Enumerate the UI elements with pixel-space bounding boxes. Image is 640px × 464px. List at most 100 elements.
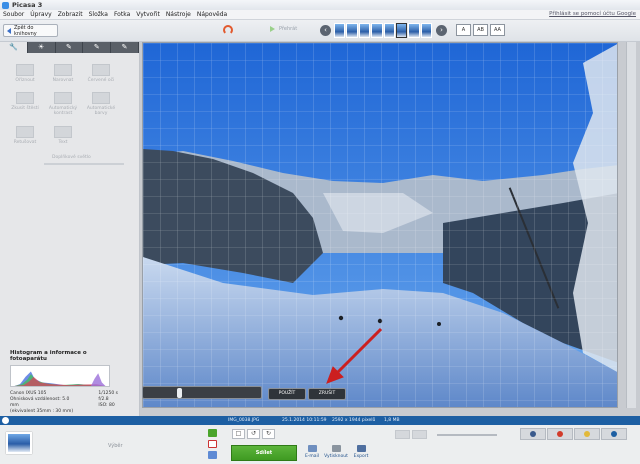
tag-icon [584,431,590,437]
export-button[interactable]: Export [347,445,375,459]
text-label: Text [58,140,68,145]
tab-tuning[interactable]: ☀ [28,42,56,53]
straighten-icon [54,64,72,76]
straighten-grid [143,43,617,407]
exif-left: Canon IXUS 105 Ohnisková vzdálenost: 5.0… [10,391,73,415]
wrench-icon: 🔧 [9,43,18,51]
exif-equivalent: (ekvivalent 35mm : 30 mm) [10,409,74,414]
photo-canvas[interactable] [142,42,618,408]
filmstrip-thumbnail[interactable] [346,23,358,38]
status-dimensions: 2592 x 1944 pixelů [332,418,376,423]
edit-panel: 🔧 ☀ ✎ ✎ ✎ Oříznout Narovnat Červené oči … [0,42,140,416]
tray-thumbnail[interactable] [6,432,32,454]
email-label: E-mail [304,454,320,459]
retouch-tool[interactable]: Retušovat [6,126,44,145]
filmstrip-thumbnail[interactable] [383,23,395,38]
people-button[interactable] [520,428,546,440]
cancel-button[interactable]: ZRUŠIT [308,388,346,400]
zoom-slider[interactable] [437,434,497,436]
menu-fotka[interactable]: Fotka [114,11,130,18]
previous-photo-button[interactable]: ‹ [320,25,331,36]
window-title: Picasa 3 [12,1,43,9]
title-bar: Picasa 3 [0,0,640,10]
menu-nastroje[interactable]: Nástroje [166,11,191,18]
status-size: 1,8 MB [384,418,400,423]
crop-tool[interactable]: Oříznout [6,64,44,83]
add-to-album-icon[interactable] [208,451,217,459]
print-icon [331,445,341,452]
histogram-panel: Histogram a informace o fotoaparátu Cano… [10,350,118,415]
view-compare-button[interactable]: AB [473,24,488,36]
straighten-slider[interactable] [142,386,262,399]
print-label: Vytisknout [324,454,348,459]
tab-basic-fixes[interactable]: 🔧 [0,42,28,53]
menu-upravy[interactable]: Úpravy [30,11,51,18]
auto-color-tool[interactable]: Automatické barvy [82,92,120,116]
menu-soubor[interactable]: Soubor [3,11,24,18]
properties-button[interactable] [601,428,627,440]
share-button[interactable]: Sdílet [231,445,297,461]
rotate-right-icon[interactable]: ↻ [262,429,275,439]
histogram-title: Histogram a informace o fotoaparátu [10,350,87,362]
apply-button[interactable]: POUŽÍT [268,388,306,400]
vertical-scrollbar[interactable] [626,42,636,408]
places-button[interactable] [547,428,573,440]
text-icon [54,126,72,138]
info-icon [2,417,9,424]
menu-napoveda[interactable]: Nápověda [197,11,227,18]
tab-effects[interactable]: ✎ [56,42,84,53]
back-to-library-label: Zpět do knihovny [14,24,37,37]
filmstrip-thumbnail[interactable] [334,23,346,38]
fill-light-slider[interactable] [44,163,124,165]
tab-effects-3[interactable]: ✎ [111,42,139,53]
zoom-out-icon[interactable] [395,430,410,439]
straighten-label: Narovnat [52,78,74,83]
menu-zobrazit[interactable]: Zobrazit [58,11,83,18]
info-circle-icon [611,431,617,437]
feeling-lucky-tool[interactable]: Zkusit štěstí [6,92,44,111]
tray-label: Výběr [108,443,123,449]
sun-icon: ☀ [38,43,45,51]
clear-tray-icon[interactable] [208,440,217,448]
frame-icon[interactable]: □ [232,429,245,439]
view-double-button[interactable]: AA [490,24,505,36]
camera-info: Canon IXUS 105 Ohnisková vzdálenost: 5.0… [10,391,118,415]
rotate-left-icon[interactable]: ↺ [247,429,260,439]
play-label: Přehrát [279,26,298,32]
auto-color-label: Automatické barvy [86,106,116,116]
straighten-slider-handle[interactable] [177,388,182,398]
filmstrip-thumbnail[interactable] [371,23,383,38]
edit-tabs: 🔧 ☀ ✎ ✎ ✎ [0,42,139,53]
red-eye-tool[interactable]: Červené oči [82,64,120,83]
filmstrip-thumbnail[interactable] [395,23,408,38]
auto-contrast-label: Automatický kontrast [48,106,78,116]
filmstrip-thumbnail[interactable] [358,23,371,38]
play-slideshow-button[interactable]: Přehrát [270,26,297,32]
straighten-tool[interactable]: Narovnat [44,64,82,83]
red-eye-label: Červené oči [87,78,115,83]
auto-contrast-tool[interactable]: Automatický kontrast [44,92,82,116]
lucky-icon [16,92,34,104]
zoom-in-icon[interactable] [412,430,427,439]
filmstrip-thumbnail[interactable] [408,23,420,38]
filmstrip-thumbnail[interactable] [420,23,432,38]
hold-pin-icon[interactable] [208,429,217,437]
google-sign-in-link[interactable]: Přihlásit se pomocí účtu Google [549,11,636,17]
next-photo-button[interactable]: › [436,25,447,36]
picasa-logo-icon [2,1,9,9]
text-tool[interactable]: Text [44,126,82,145]
play-icon [270,26,275,32]
tab-effects-2[interactable]: ✎ [83,42,112,53]
view-single-button[interactable]: A [456,24,471,36]
menu-vytvorit[interactable]: Vytvořit [136,11,160,18]
back-to-library-button[interactable]: Zpět do knihovny [3,24,58,37]
crop-label: Oříznout [15,78,35,83]
person-icon [530,431,536,437]
feeling-lucky-label: Zkusit štěstí [11,106,39,111]
photo-tray: Výběr □ ↺ ↻ Sdílet E-mail Vytisknout Exp… [0,425,640,464]
print-button[interactable]: Vytisknout [322,445,350,459]
menu-slozka[interactable]: Složka [89,11,108,18]
gauge-icon[interactable] [223,25,233,35]
tags-button[interactable] [574,428,600,440]
status-bar: IMG_0038.JPG 25.1.2014 10:11:59 2592 x 1… [0,416,640,425]
